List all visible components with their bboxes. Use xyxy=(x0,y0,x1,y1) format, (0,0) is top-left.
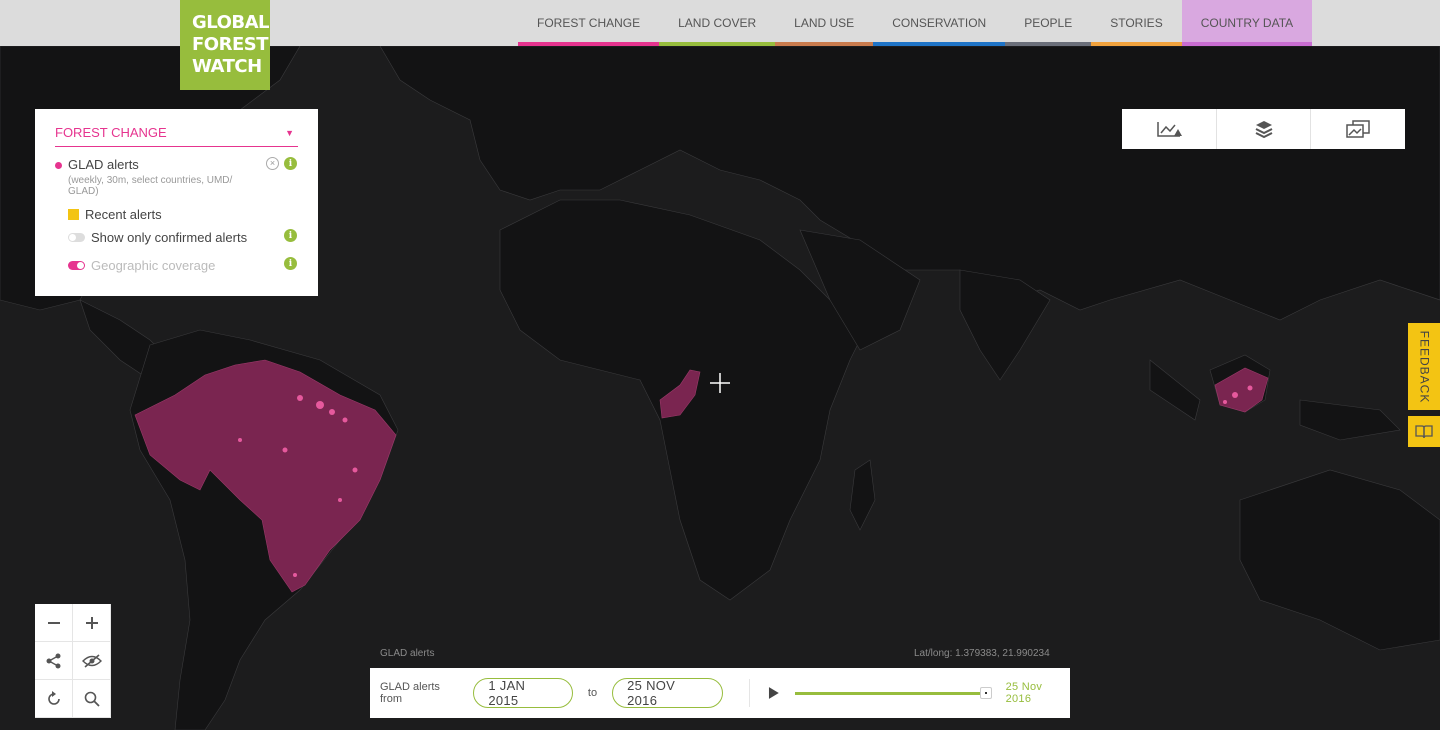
recent-alerts-row: Recent alerts xyxy=(68,207,162,222)
feedback-label: FEEDBACK xyxy=(1417,330,1431,403)
nav-item-conservation[interactable]: CONSERVATION xyxy=(873,0,1006,46)
sumatra-land xyxy=(1149,359,1201,421)
logo-line-2: FOREST xyxy=(192,34,269,55)
timeline-label: GLAD alerts from xyxy=(380,681,440,705)
map-tools xyxy=(1122,109,1405,149)
main-nav: FOREST CHANGE LAND COVER LAND USE CONSERVAT… xyxy=(518,0,1313,46)
minus-icon xyxy=(47,621,60,624)
end-date-picker[interactable]: 25 NOV 2016 xyxy=(612,678,723,708)
eye-slash-icon xyxy=(81,653,102,668)
reset-button[interactable] xyxy=(35,680,73,718)
nav-item-land-cover[interactable]: LAND COVER xyxy=(659,0,776,46)
nav-item-label: STORIES xyxy=(1110,16,1163,30)
confirmed-alerts-row[interactable]: Show only confirmed alerts xyxy=(68,230,247,245)
analysis-button[interactable] xyxy=(1122,109,1217,149)
map-layer-caption: GLAD alerts xyxy=(380,648,435,659)
layers-button[interactable] xyxy=(1217,109,1312,149)
logo-line-3: WATCH xyxy=(192,56,262,77)
coverage-toggle[interactable] xyxy=(68,261,85,270)
recent-alerts-swatch xyxy=(68,209,79,220)
layer-glad-alerts: GLAD alerts (weekly, 30m, select countri… xyxy=(55,157,298,197)
timeline-handle[interactable] xyxy=(979,687,992,699)
refresh-icon xyxy=(47,690,60,705)
search-button[interactable] xyxy=(73,680,111,718)
timeline-track xyxy=(795,692,990,695)
nav-color-bar xyxy=(1005,42,1092,46)
timeline-to-label: to xyxy=(587,687,598,699)
legend-category-dropdown[interactable]: FOREST CHANGE ▼ xyxy=(55,125,298,147)
nav-item-label: COUNTRY DATA xyxy=(1200,16,1294,30)
remove-layer-icon[interactable]: × xyxy=(266,157,279,170)
australia-land xyxy=(1239,469,1440,651)
info-icon[interactable]: i xyxy=(284,257,297,270)
confirmed-alerts-toggle[interactable] xyxy=(68,233,85,242)
hide-panels-button[interactable] xyxy=(73,642,111,680)
nav-item-label: CONSERVATION xyxy=(892,16,987,30)
recent-alerts-label: Recent alerts xyxy=(85,207,162,222)
info-icon[interactable]: i xyxy=(284,157,297,170)
latlong-readout: Lat/long: 1.379383, 21.990234 xyxy=(914,648,1050,659)
analysis-chart-icon xyxy=(1157,122,1182,137)
nav-item-label: FOREST CHANGE xyxy=(537,16,641,30)
nav-item-stories[interactable]: STORIES xyxy=(1091,0,1182,46)
layers-icon xyxy=(1255,121,1272,139)
legend-panel: FOREST CHANGE ▼ GLAD alerts (weekly, 30m… xyxy=(35,109,318,296)
nav-item-people[interactable]: PEOPLE xyxy=(1005,0,1092,46)
new-guinea-land xyxy=(1299,399,1401,441)
timeline-slider[interactable] xyxy=(795,687,992,699)
nav-item-country-data[interactable]: COUNTRY DATA xyxy=(1181,0,1313,46)
guide-button[interactable] xyxy=(1408,416,1440,447)
nav-color-bar xyxy=(1181,42,1313,46)
nav-item-label: PEOPLE xyxy=(1024,16,1073,30)
nav-item-label: LAND USE xyxy=(794,16,855,30)
logo-line-1: GLOBAL xyxy=(192,12,270,33)
timeline-bar: GLAD alerts from 1 JAN 2015 to 25 NOV 20… xyxy=(370,668,1070,718)
coverage-label: Geographic coverage xyxy=(91,258,216,273)
zoom-out-button[interactable] xyxy=(35,604,73,642)
nav-item-label: LAND COVER xyxy=(678,16,757,30)
timeline-divider xyxy=(748,679,750,707)
plus-icon xyxy=(85,616,98,629)
share-button[interactable] xyxy=(35,642,73,680)
nav-color-bar xyxy=(1091,42,1182,46)
feedback-tab[interactable]: FEEDBACK xyxy=(1408,323,1440,410)
play-icon[interactable] xyxy=(768,686,780,700)
layer-subtitle: (weekly, 30m, select countries, UMD/ GLA… xyxy=(68,175,233,197)
legend-category-title: FOREST CHANGE xyxy=(55,125,167,140)
nav-item-land-use[interactable]: LAND USE xyxy=(775,0,874,46)
timeline-current-date: 25 Nov 2016 xyxy=(1005,681,1043,705)
nav-color-bar xyxy=(659,42,776,46)
share-icon xyxy=(46,653,60,668)
layer-color-dot xyxy=(55,162,62,169)
madagascar-land xyxy=(849,459,876,531)
info-icon[interactable]: i xyxy=(284,229,297,242)
book-icon xyxy=(1415,424,1433,438)
map-controls xyxy=(35,604,111,718)
layer-title: GLAD alerts xyxy=(68,157,139,172)
dropdown-caret-icon: ▼ xyxy=(285,127,294,138)
basemap-icon xyxy=(1346,120,1370,138)
gfw-logo[interactable]: GLOBAL FOREST WATCH xyxy=(180,0,270,90)
nav-color-bar xyxy=(873,42,1006,46)
coverage-row[interactable]: Geographic coverage xyxy=(68,258,215,273)
nav-color-bar xyxy=(775,42,874,46)
confirmed-alerts-label: Show only confirmed alerts xyxy=(91,230,248,245)
zoom-in-button[interactable] xyxy=(73,604,111,642)
search-icon xyxy=(84,691,100,707)
nav-color-bar xyxy=(518,42,660,46)
nav-item-forest-change[interactable]: FOREST CHANGE xyxy=(518,0,660,46)
basemap-button[interactable] xyxy=(1311,109,1405,149)
start-date-picker[interactable]: 1 JAN 2015 xyxy=(473,678,573,708)
